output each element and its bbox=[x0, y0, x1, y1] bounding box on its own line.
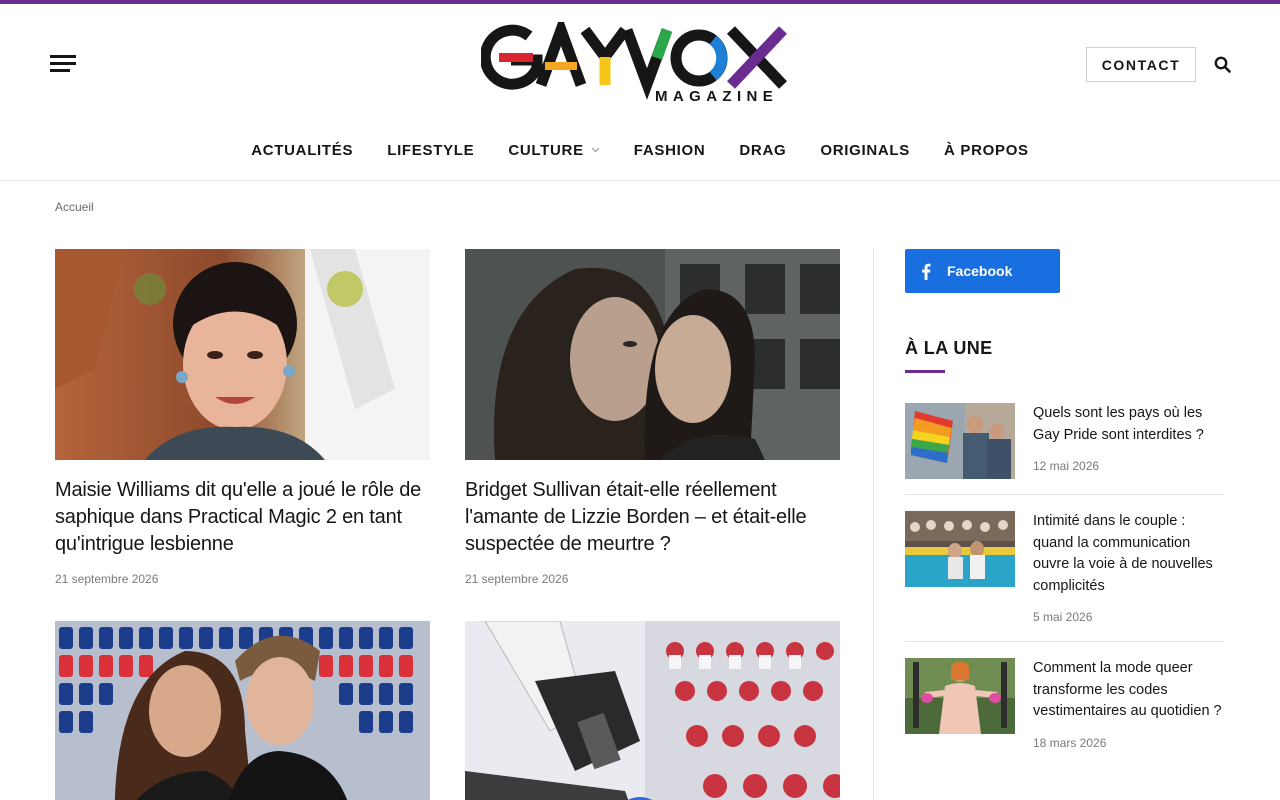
nav-label: À PROPOS bbox=[943, 141, 1029, 159]
search-icon[interactable] bbox=[1214, 56, 1231, 73]
heading-underline bbox=[905, 370, 945, 373]
sidebar-separator bbox=[905, 494, 1224, 495]
nav-label: CULTURE bbox=[508, 141, 584, 159]
nav-item-originals[interactable]: ORIGINALS bbox=[803, 142, 927, 159]
article-title[interactable]: Maisie Williams dit qu'elle a joué le rô… bbox=[55, 477, 430, 558]
nav-item-drag[interactable]: DRAG bbox=[722, 142, 803, 159]
nav-item-culture[interactable]: CULTURE bbox=[491, 142, 616, 159]
facebook-icon bbox=[922, 263, 931, 280]
article-date: 21 septembre 2026 bbox=[465, 572, 569, 586]
sidebar-separator bbox=[905, 641, 1224, 642]
nav-label: ACTUALITÉS bbox=[251, 141, 354, 159]
article-thumbnail[interactable] bbox=[465, 621, 840, 800]
nav-item-lifestyle[interactable]: LIFESTYLE bbox=[370, 142, 491, 159]
sidebar-divider bbox=[873, 248, 874, 800]
breadcrumb[interactable]: Accueil bbox=[55, 200, 94, 214]
nav-item-fashion[interactable]: FASHION bbox=[617, 142, 723, 159]
nav-item-actualites[interactable]: ACTUALITÉS bbox=[234, 142, 370, 159]
article-title[interactable]: Bridget Sullivan était-elle réellement l… bbox=[465, 477, 840, 558]
header-divider bbox=[0, 180, 1280, 181]
hamburger-menu-icon[interactable] bbox=[50, 55, 76, 73]
article-card bbox=[55, 621, 430, 800]
facebook-label: Facebook bbox=[947, 263, 1013, 279]
article-thumbnail[interactable] bbox=[55, 249, 430, 460]
sidebar-post-thumbnail[interactable] bbox=[905, 511, 1015, 587]
main-nav: ACTUALITÉS LIFESTYLE CULTURE FASHION DRA… bbox=[0, 128, 1280, 172]
article-thumbnail[interactable] bbox=[55, 621, 430, 800]
article-card bbox=[465, 621, 840, 800]
nav-item-a-propos[interactable]: À PROPOS bbox=[927, 142, 1046, 159]
sidebar-post-title[interactable]: Comment la mode queer transforme les cod… bbox=[1033, 658, 1223, 723]
sidebar-post-date: 12 mai 2026 bbox=[1033, 459, 1100, 473]
logo-tagline: MAGAZINE bbox=[655, 88, 779, 105]
sidebar-post-date: 18 mars 2026 bbox=[1033, 735, 1107, 750]
nav-label: DRAG bbox=[739, 141, 787, 159]
contact-button[interactable]: CONTACT bbox=[1086, 47, 1196, 82]
article-card: Bridget Sullivan était-elle réellement l… bbox=[465, 249, 840, 586]
nav-label: ORIGINALS bbox=[820, 141, 910, 159]
sidebar-post-thumbnail[interactable] bbox=[905, 658, 1015, 734]
facebook-button[interactable]: Facebook bbox=[905, 249, 1060, 293]
sidebar-post-title[interactable]: Intimité dans le couple : quand la commu… bbox=[1033, 511, 1223, 597]
sidebar-post-title[interactable]: Quels sont les pays où les Gay Pride son… bbox=[1033, 403, 1223, 446]
nav-label: FASHION bbox=[633, 141, 706, 159]
sidebar-post-thumbnail[interactable] bbox=[905, 403, 1015, 479]
chevron-down-icon bbox=[591, 147, 600, 153]
sidebar-post-date: 5 mai 2026 bbox=[1033, 610, 1093, 624]
article-card: Maisie Williams dit qu'elle a joué le rô… bbox=[55, 249, 430, 586]
article-date: 21 septembre 2026 bbox=[55, 572, 159, 586]
top-accent-bar bbox=[0, 0, 1280, 4]
article-thumbnail[interactable] bbox=[465, 249, 840, 460]
sidebar-heading: À LA UNE bbox=[905, 338, 993, 358]
nav-label: LIFESTYLE bbox=[387, 141, 475, 159]
